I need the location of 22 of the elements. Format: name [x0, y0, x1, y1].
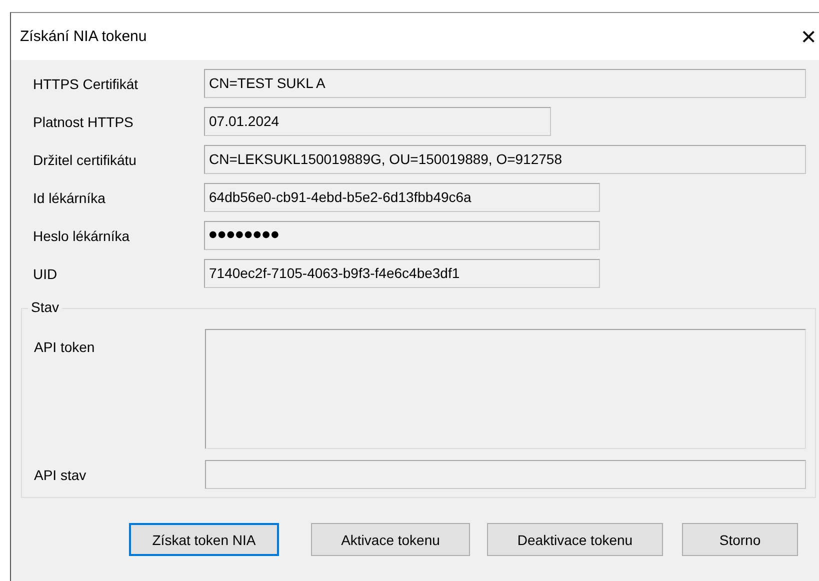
group-title: Stav	[28, 299, 62, 315]
input-field[interactable]: ●●●●●●●●	[204, 221, 600, 250]
field-label: Držitel certifikátu	[33, 152, 138, 168]
field-label: Platnost HTTPS	[33, 114, 134, 130]
input-field[interactable]: 64db56e0-cb91-4ebd-b5e2-6d13fbb49c6a	[204, 183, 600, 212]
field-label: Id lékárníka	[33, 190, 106, 206]
close-button[interactable]: ✕	[800, 26, 817, 46]
input-field[interactable]	[205, 460, 806, 489]
dialog-button[interactable]: Aktivace tokenu	[311, 523, 470, 556]
dialog-button[interactable]: Storno	[682, 523, 798, 556]
field-label: UID	[33, 266, 58, 282]
field-label: API token	[34, 338, 96, 355]
field-label: API stav	[34, 466, 88, 482]
window-title: Získání NIA tokenu	[20, 28, 147, 45]
input-field[interactable]: 07.01.2024	[204, 107, 551, 136]
input-field[interactable]: 7140ec2f-7105-4063-b9f3-f4e6c4be3df1	[204, 259, 600, 288]
field-label: Heslo lékárníka	[33, 228, 130, 244]
input-field[interactable]: CN=LEKSUKL150019889G, OU=150019889, O=912758	[204, 145, 806, 174]
input-field[interactable]: CN=TEST SUKL A	[204, 69, 806, 98]
dialog-button[interactable]: Získat token NIA	[129, 523, 279, 556]
field-label: HTTPS Certifikát	[33, 76, 140, 92]
dialog-button[interactable]: Deaktivace tokenu	[487, 523, 663, 556]
